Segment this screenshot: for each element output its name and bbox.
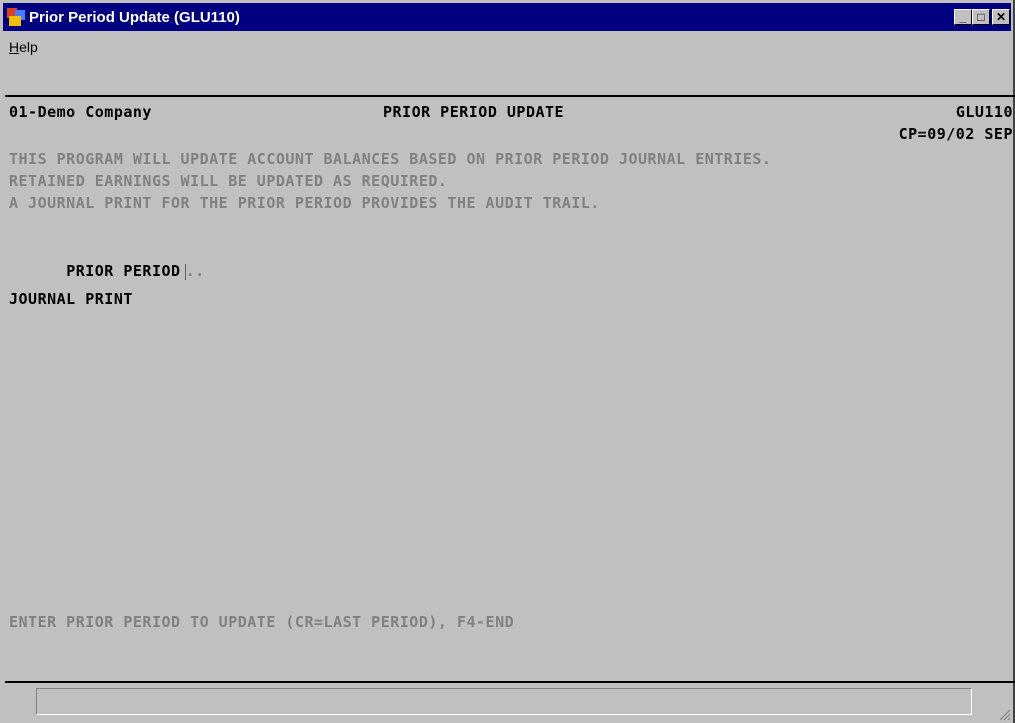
prior-period-label: PRIOR PERIOD xyxy=(66,262,181,280)
current-period: CP=09/02 SEP xyxy=(898,125,1013,143)
journal-print-label: JOURNAL PRINT xyxy=(9,290,133,308)
menu-bar: Help xyxy=(3,35,44,59)
title-bar: Prior Period Update (GLU110) _ □ ✕ xyxy=(3,3,1011,31)
status-field xyxy=(36,688,972,715)
close-button[interactable]: ✕ xyxy=(992,9,1010,25)
company-name: 01-Demo Company xyxy=(9,103,152,121)
app-window: Prior Period Update (GLU110) _ □ ✕ Help … xyxy=(0,0,1015,723)
resize-grip-icon[interactable] xyxy=(997,707,1011,721)
status-bar xyxy=(0,683,1013,723)
prior-period-input[interactable]: .. xyxy=(186,262,205,280)
terminal-screen[interactable]: 01-Demo Company PRIOR PERIOD UPDATE GLU1… xyxy=(5,95,1015,683)
program-id: GLU110 xyxy=(955,103,1013,121)
description-line-3: A JOURNAL PRINT FOR THE PRIOR PERIOD PRO… xyxy=(9,194,600,212)
description-line-2: RETAINED EARNINGS WILL BE UPDATED AS REQ… xyxy=(9,172,448,190)
prompt-line: ENTER PRIOR PERIOD TO UPDATE (CR=LAST PE… xyxy=(9,613,515,631)
description-line-1: THIS PROGRAM WILL UPDATE ACCOUNT BALANCE… xyxy=(9,150,772,168)
app-icon[interactable] xyxy=(7,8,25,26)
screen-heading: PRIOR PERIOD UPDATE xyxy=(383,103,565,121)
menu-help[interactable]: Help xyxy=(3,39,44,55)
maximize-button[interactable]: □ xyxy=(972,9,990,25)
minimize-button[interactable]: _ xyxy=(954,9,972,25)
window-title: Prior Period Update (GLU110) xyxy=(29,8,240,26)
